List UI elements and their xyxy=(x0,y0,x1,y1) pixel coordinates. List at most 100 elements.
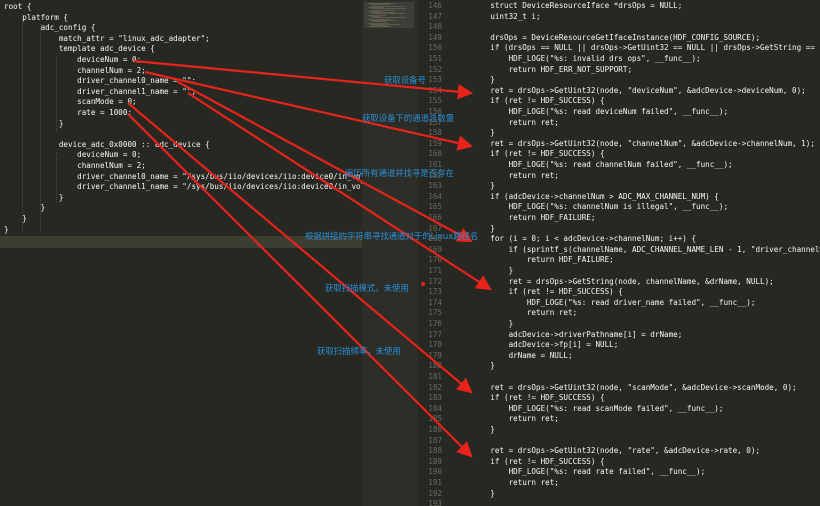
code-line[interactable]: device_adc_0x0000 :: adc_device { xyxy=(4,140,210,151)
annotation-linux-path: 根据拼接的字符串寻找通道对于的Linux路径名 xyxy=(305,231,479,241)
code-line[interactable]: rate = 1000; xyxy=(4,108,132,119)
minimap-line xyxy=(368,26,392,28)
code-line[interactable]: 178 adcDevice->fp[i] = NULL; xyxy=(418,340,618,351)
code-line[interactable]: 181 xyxy=(418,372,472,383)
code-line[interactable]: 147 uint32_t i; xyxy=(418,11,541,23)
code-line[interactable]: } xyxy=(4,119,64,130)
code-line[interactable]: channelNum = 2; xyxy=(4,66,146,77)
code-text: uint32_t i; xyxy=(472,11,541,21)
code-line[interactable]: 148 xyxy=(418,22,472,33)
code-line[interactable]: 193 xyxy=(418,499,472,506)
code-line[interactable]: 152 return HDF_ERR_NOT_SUPPORT; xyxy=(418,65,632,76)
code-line[interactable]: 173 if (ret != HDF_SUCCESS) { xyxy=(418,287,623,298)
code-line[interactable]: 190 HDF_LOGE("%s: read rate failed", __f… xyxy=(418,467,705,478)
code-line[interactable]: driver_channel0_name = "/sys/bus/iio/dev… xyxy=(4,172,362,183)
code-text: return ret; xyxy=(472,117,559,127)
code-line[interactable]: } xyxy=(4,225,9,236)
line-number: 163 xyxy=(428,181,442,191)
code-text: ret = drsOps->GetUint32(node, "rate", &a… xyxy=(472,446,761,456)
code-line[interactable]: 182 ret = drsOps->GetUint32(node, "scanM… xyxy=(418,382,797,394)
code-text: return HDF_FAILURE; xyxy=(472,255,614,265)
code-line[interactable]: 185 return ret; xyxy=(418,414,559,425)
code-text: ret = drsOps->GetString(node, channelNam… xyxy=(472,276,774,286)
code-line[interactable]: driver_channel0_name = ""; xyxy=(4,76,196,87)
code-line[interactable]: 161 HDF_LOGE("%s: read channelNum failed… xyxy=(418,160,732,171)
code-line[interactable]: 175 return ret; xyxy=(418,308,577,319)
code-line[interactable]: 165 HDF_LOGE("%s: channelNum is illegal"… xyxy=(418,202,728,213)
code-line[interactable]: 150 if (drsOps == NULL || drsOps->GetUin… xyxy=(418,43,820,54)
code-line[interactable]: platform { xyxy=(4,13,68,24)
code-line[interactable]: template adc_device { xyxy=(4,44,155,55)
code-line[interactable]: 156 HDF_LOGE("%s: read deviceNum failed"… xyxy=(418,107,728,118)
code-line[interactable]: 186 } xyxy=(418,425,495,436)
code-line[interactable]: 169 if (sprintf_s(channelName, ADC_CHANN… xyxy=(418,245,820,256)
code-line[interactable]: driver_channel1_name = "/sys/bus/iio/dev… xyxy=(4,182,362,193)
line-number: 177 xyxy=(428,329,442,339)
code-text: return ret; xyxy=(472,414,559,424)
right-editor-pane[interactable]: 146 struct DeviceResourceIface *drsOps =… xyxy=(418,0,820,506)
line-number: 187 xyxy=(428,435,442,445)
code-line[interactable]: adc_config { xyxy=(4,23,96,34)
code-line[interactable]: 170 return HDF_FAILURE; xyxy=(418,255,614,266)
code-line[interactable]: 158 } xyxy=(418,128,495,139)
code-line[interactable]: 151 HDF_LOGE("%s: invalid drs ops", __fu… xyxy=(418,54,700,65)
code-line[interactable]: 183 if (ret != HDF_SUCCESS) { xyxy=(418,393,605,404)
line-number: 151 xyxy=(428,54,442,63)
code-text: drsOps = DeviceResourceGetIfaceInstance(… xyxy=(472,32,761,42)
code-line[interactable]: } xyxy=(4,203,46,214)
code-line[interactable]: 172 ret = drsOps->GetString(node, channe… xyxy=(418,276,774,288)
code-line[interactable]: 177 adcDevice->driverPathname[i] = drNam… xyxy=(418,330,682,341)
line-number: 189 xyxy=(428,456,442,466)
line-number: 191 xyxy=(428,478,442,487)
code-line[interactable]: 153 } xyxy=(418,75,495,86)
line-number: 183 xyxy=(428,393,442,403)
code-line[interactable]: 189 if (ret != HDF_SUCCESS) { xyxy=(418,456,605,468)
line-number: 184 xyxy=(428,403,442,413)
code-line[interactable]: 149 drsOps = DeviceResourceGetIfaceInsta… xyxy=(418,33,760,44)
breakpoint-marker[interactable] xyxy=(421,282,425,286)
code-line[interactable]: 176 } xyxy=(418,319,513,330)
code-line[interactable]: } xyxy=(4,214,27,225)
indent-guide xyxy=(56,152,57,202)
code-line[interactable]: root { xyxy=(4,2,31,13)
code-line[interactable]: deviceNum = 0; xyxy=(4,150,141,161)
code-text: HDF_LOGE("%s: read driver_name failed", … xyxy=(472,297,756,307)
code-line[interactable]: 159 ret = drsOps->GetUint32(node, "chann… xyxy=(418,139,815,150)
code-line[interactable]: 187 xyxy=(418,436,472,447)
code-line[interactable]: scanMode = 0; xyxy=(4,97,136,108)
code-line[interactable]: match_attr = "linux_adc_adapter"; xyxy=(4,34,210,45)
line-number: 150 xyxy=(428,43,442,53)
code-line[interactable]: driver_channel1_name = ""; xyxy=(4,87,196,98)
code-line[interactable]: 184 HDF_LOGE("%s: read scanMode failed",… xyxy=(418,404,723,415)
code-text: } xyxy=(472,488,495,498)
code-line[interactable]: channelNum = 2; xyxy=(4,161,146,172)
code-line[interactable]: 146 struct DeviceResourceIface *drsOps =… xyxy=(418,1,682,12)
line-number: 175 xyxy=(428,308,442,318)
code-text: if (ret != HDF_SUCCESS) { xyxy=(472,393,605,403)
code-line[interactable]: 192 } xyxy=(418,489,495,500)
code-line[interactable]: 191 return ret; xyxy=(418,478,559,489)
code-text: if (ret != HDF_SUCCESS) { xyxy=(472,456,605,466)
code-line[interactable]: 163 } xyxy=(418,181,495,192)
code-line[interactable]: } xyxy=(4,193,64,204)
code-line[interactable]: 179 drName = NULL; xyxy=(418,351,572,362)
line-number: 185 xyxy=(428,414,442,424)
code-line[interactable]: 171 } xyxy=(418,266,513,277)
line-number: 181 xyxy=(428,372,442,381)
line-number: 154 xyxy=(428,85,442,95)
code-line[interactable]: 166 return HDF_FAILURE; xyxy=(418,213,595,224)
code-line[interactable]: 188 ret = drsOps->GetUint32(node, "rate"… xyxy=(418,446,760,457)
code-text: ret = drsOps->GetUint32(node, "scanMode"… xyxy=(472,382,797,392)
code-line[interactable]: 155 if (ret != HDF_SUCCESS) { xyxy=(418,96,604,107)
code-line[interactable]: 154 ret = drsOps->GetUint32(node, "devic… xyxy=(418,85,805,97)
code-text: } xyxy=(472,128,495,138)
code-line[interactable]: 174 HDF_LOGE("%s: read driver_name faile… xyxy=(418,298,755,309)
code-text: HDF_LOGE("%s: channelNum is illegal", __… xyxy=(472,202,729,212)
code-line[interactable]: 180 } xyxy=(418,361,495,372)
code-line[interactable]: 160 if (ret != HDF_SUCCESS) { xyxy=(418,149,604,160)
code-text: } xyxy=(472,75,495,85)
left-editor-pane[interactable]: root { platform { adc_config { match_att… xyxy=(0,0,362,506)
code-line[interactable]: 164 if (adcDevice->channelNum > ADC_MAX_… xyxy=(418,192,719,203)
code-text: struct DeviceResourceIface *drsOps = NUL… xyxy=(472,1,683,10)
code-line[interactable]: deviceNum = 0; xyxy=(4,55,141,66)
